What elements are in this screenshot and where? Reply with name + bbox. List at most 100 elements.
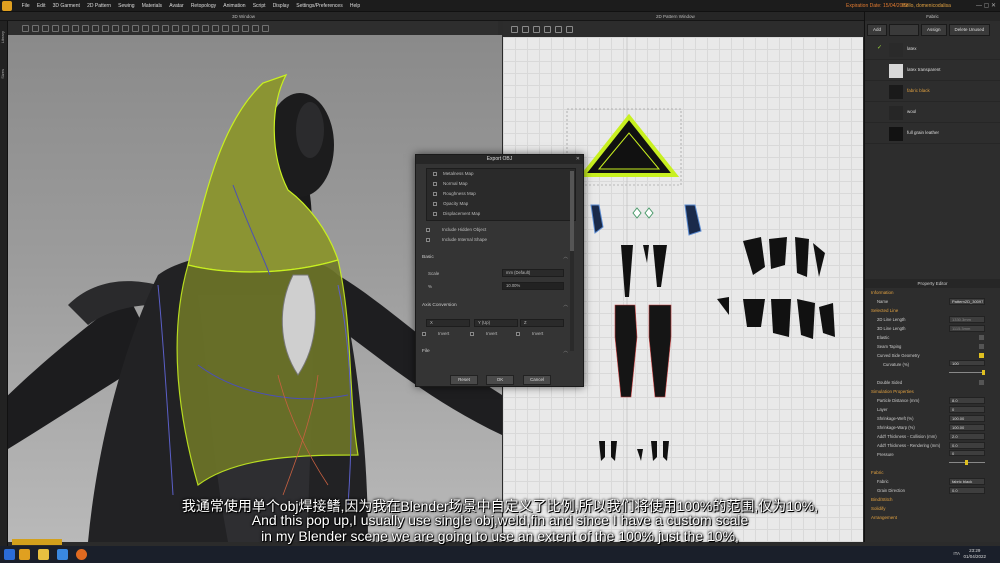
- menu-avatar[interactable]: Avatar: [166, 0, 188, 12]
- fold-tool-icon[interactable]: [52, 24, 59, 32]
- pressure-slider[interactable]: [949, 460, 985, 465]
- curvature-slider[interactable]: [949, 370, 985, 375]
- fabric-item[interactable]: fabric black: [865, 81, 1000, 102]
- map-option[interactable]: Metalness Map: [427, 169, 575, 179]
- display-tool-icon[interactable]: [252, 24, 259, 32]
- line-value[interactable]: 1330.3mm: [949, 316, 985, 323]
- section-simulation[interactable]: Simulation Properties: [865, 387, 1000, 396]
- sim-value[interactable]: 100.00: [949, 415, 985, 422]
- cancel-button[interactable]: Cancel: [523, 375, 551, 385]
- tab-library[interactable]: Library: [0, 31, 8, 43]
- reset-button[interactable]: Reset: [450, 375, 478, 385]
- fabric-prop-select[interactable]: fabric black: [949, 478, 985, 485]
- pattern-edit-tool-icon[interactable]: [522, 25, 529, 33]
- percent-input[interactable]: 10.00%: [502, 282, 564, 290]
- firefox-icon[interactable]: [76, 549, 87, 560]
- graphic-tool-icon[interactable]: [142, 24, 149, 32]
- sim-value[interactable]: 8.0: [949, 397, 985, 404]
- section-fabric[interactable]: Fabric: [865, 468, 1000, 477]
- sim-value[interactable]: 0.0: [949, 442, 985, 449]
- checkbox[interactable]: [433, 182, 437, 186]
- close-icon[interactable]: ✕: [576, 155, 580, 164]
- zipper-tool-icon[interactable]: [162, 24, 169, 32]
- measure-tool-icon[interactable]: [102, 24, 109, 32]
- pattern-circle-tool-icon[interactable]: [555, 25, 562, 33]
- curved-checkbox[interactable]: [979, 353, 984, 358]
- fabric-item[interactable]: wool: [865, 102, 1000, 123]
- dialog-scrollbar[interactable]: [570, 171, 574, 351]
- pattern-seam-tool-icon[interactable]: [566, 25, 573, 33]
- axis-x-select[interactable]: X: [426, 319, 470, 327]
- fitting-tool-icon[interactable]: [212, 24, 219, 32]
- include-hidden-option[interactable]: Include Hidden Object: [426, 225, 570, 235]
- menu-edit[interactable]: Edit: [33, 0, 49, 12]
- map-option[interactable]: Roughness Map: [427, 189, 575, 199]
- camera-tool-icon[interactable]: [232, 24, 239, 32]
- sim-value[interactable]: 0: [949, 406, 985, 413]
- checkbox[interactable]: [470, 332, 474, 336]
- fabric-item[interactable]: ✓ latex: [865, 39, 1000, 60]
- light-tool-icon[interactable]: [262, 24, 269, 32]
- start-icon[interactable]: [4, 549, 15, 560]
- menu-animation[interactable]: Animation: [220, 0, 249, 12]
- seam-taping-checkbox[interactable]: [979, 344, 984, 349]
- avatar-tool-icon[interactable]: [122, 24, 129, 32]
- section-selected-line[interactable]: Selected Line: [865, 306, 1000, 315]
- render-tool-icon[interactable]: [242, 24, 249, 32]
- include-internal-option[interactable]: Include Internal Shape: [426, 235, 570, 245]
- move-tool-icon[interactable]: [32, 24, 39, 32]
- elastic-checkbox[interactable]: [979, 335, 984, 340]
- menu-2d-pattern[interactable]: 2D Pattern: [83, 0, 114, 12]
- pattern-polygon-tool-icon[interactable]: [533, 25, 540, 33]
- axis-y-select[interactable]: Y (Up): [474, 319, 518, 327]
- fabric-item[interactable]: latex transparent: [865, 60, 1000, 81]
- transform-tool-icon[interactable]: [62, 24, 69, 32]
- tray-lang[interactable]: ITA: [953, 551, 960, 556]
- double-sided-checkbox[interactable]: [979, 380, 984, 385]
- checkbox[interactable]: [426, 228, 430, 232]
- ok-button[interactable]: OK: [486, 375, 514, 385]
- marvelous-app-icon[interactable]: [19, 549, 30, 560]
- delete-unused-button[interactable]: Delete Unused: [948, 24, 991, 36]
- checkbox[interactable]: [433, 212, 437, 216]
- fabric-item[interactable]: full grain leather: [865, 123, 1000, 144]
- button-tool-icon[interactable]: [152, 24, 159, 32]
- menu-display[interactable]: Display: [269, 0, 293, 12]
- checkbox[interactable]: [433, 192, 437, 196]
- basic-section-header[interactable]: Basic ︿: [422, 253, 570, 262]
- menu-script[interactable]: Script: [249, 0, 269, 12]
- invert-y[interactable]: Invert: [470, 329, 497, 339]
- checkbox[interactable]: [516, 332, 520, 336]
- pin-tool-icon[interactable]: [42, 24, 49, 32]
- select-tool-icon[interactable]: [22, 24, 29, 32]
- menu-help[interactable]: Help: [346, 0, 363, 12]
- trim-tool-icon[interactable]: [112, 24, 119, 32]
- checkbox[interactable]: [433, 172, 437, 176]
- invert-x[interactable]: Invert: [422, 329, 449, 339]
- axis-z-select[interactable]: Z: [520, 319, 564, 327]
- invert-z[interactable]: Invert: [516, 329, 543, 339]
- window-controls-icon[interactable]: — ▢ ✕: [976, 0, 996, 12]
- add-fabric-button[interactable]: Add: [867, 24, 888, 36]
- file-explorer-icon[interactable]: [38, 549, 49, 560]
- sewing-tool-icon[interactable]: [72, 24, 79, 32]
- texture-tool-icon[interactable]: [132, 24, 139, 32]
- menu-3d-garment[interactable]: 3D Garment: [49, 0, 83, 12]
- puckering-tool-icon[interactable]: [192, 24, 199, 32]
- line-value[interactable]: 1115.3mm: [949, 325, 985, 332]
- map-option[interactable]: Normal Map: [427, 179, 575, 189]
- copy-fabric-button[interactable]: [889, 24, 920, 36]
- menu-settings[interactable]: Settings/Preferences: [293, 0, 347, 12]
- pattern-select-tool-icon[interactable]: [511, 25, 518, 33]
- mail-icon[interactable]: [57, 549, 68, 560]
- topstitch-tool-icon[interactable]: [182, 24, 189, 32]
- menu-file[interactable]: File: [18, 0, 33, 12]
- user-greeting[interactable]: Hello, domenicodalisa: [902, 0, 951, 12]
- sim-value[interactable]: 100.00: [949, 424, 985, 431]
- map-option[interactable]: Displacement Map: [427, 209, 575, 219]
- brush-tool-icon[interactable]: [92, 24, 99, 32]
- grain-value[interactable]: 0.0: [949, 487, 985, 494]
- checkbox[interactable]: [433, 202, 437, 206]
- tab-sizes[interactable]: Sizes: [0, 69, 8, 79]
- pattern-rect-tool-icon[interactable]: [544, 25, 551, 33]
